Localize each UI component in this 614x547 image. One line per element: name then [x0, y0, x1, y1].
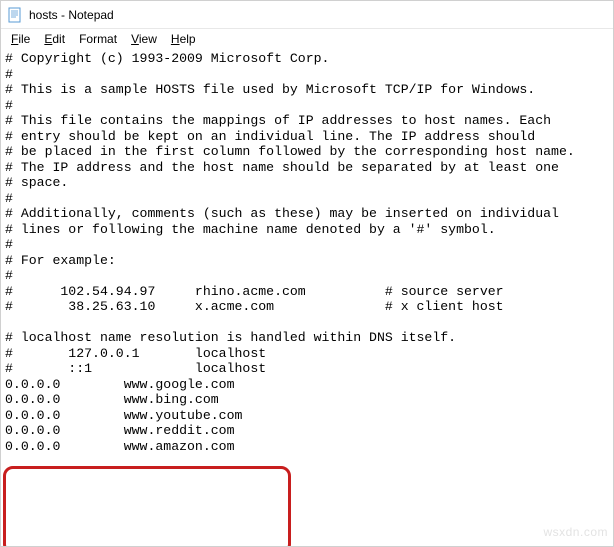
editor-content: # Copyright (c) 1993-2009 Microsoft Corp… [5, 51, 575, 454]
notepad-window: hosts - Notepad File Edit Format View He… [0, 0, 614, 547]
menu-edit[interactable]: Edit [38, 31, 71, 47]
notepad-icon [7, 7, 23, 23]
menu-view[interactable]: View [125, 31, 163, 47]
title-bar: hosts - Notepad [1, 1, 613, 29]
menu-help[interactable]: Help [165, 31, 202, 47]
annotation-highlight-box [3, 466, 291, 546]
text-editor[interactable]: # Copyright (c) 1993-2009 Microsoft Corp… [1, 49, 613, 546]
menu-bar: File Edit Format View Help [1, 29, 613, 49]
window-title: hosts - Notepad [29, 8, 114, 22]
menu-format[interactable]: Format [73, 31, 123, 47]
menu-file[interactable]: File [5, 31, 36, 47]
